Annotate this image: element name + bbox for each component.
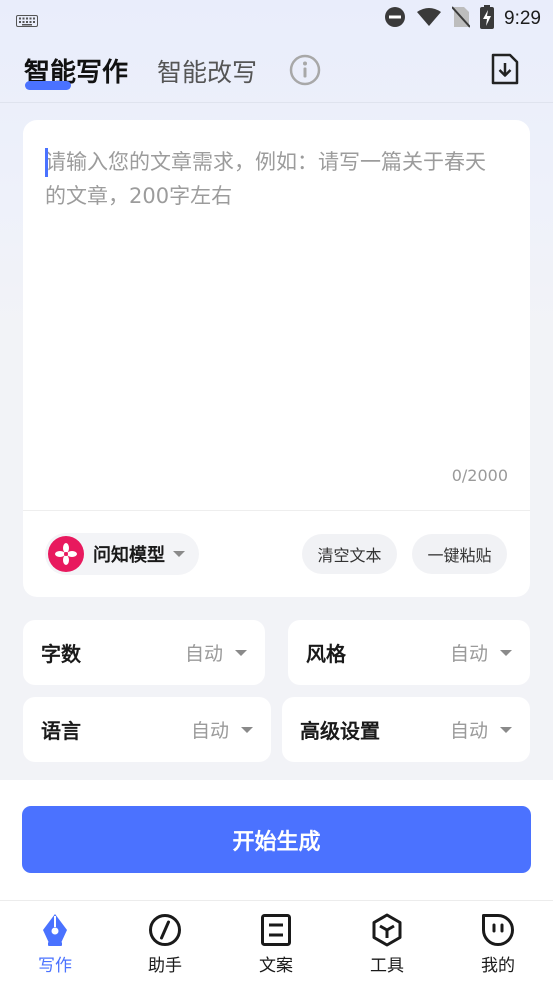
bottom-navigation: 写作 助手 文案 工具 我的 (0, 901, 553, 983)
pen-nib-icon (40, 913, 70, 947)
header: 智能写作 智能改写 (0, 40, 553, 102)
word-count-value: 自动 (184, 643, 223, 665)
prompt-input[interactable]: 请输入您的文章需求，例如：请写一篇关于春天的文章，200字左右 (45, 145, 505, 213)
no-sim-icon (451, 6, 471, 32)
chevron-down-icon (500, 649, 512, 656)
clock-time: 9:29 (504, 8, 541, 29)
nav-item-tools[interactable]: 工具 (332, 901, 442, 983)
start-generate-button[interactable]: 开始生成 (22, 806, 531, 873)
document-icon (260, 913, 292, 947)
tab-active-indicator (25, 81, 71, 90)
nav-item-mine[interactable]: 我的 (443, 901, 553, 983)
download-icon[interactable] (490, 52, 520, 90)
language-option[interactable]: 语言 自动 (23, 697, 271, 762)
style-label: 风格 (306, 642, 346, 666)
language-value: 自动 (190, 720, 229, 742)
model-name: 问知模型 (93, 545, 165, 566)
chevron-down-icon (173, 551, 185, 557)
prompt-card: 请输入您的文章需求，例如：请写一篇关于春天的文章，200字左右 0/2000 问… (23, 120, 530, 597)
compass-icon (148, 913, 182, 947)
info-icon[interactable] (289, 54, 321, 90)
model-selector[interactable]: 问知模型 (45, 533, 199, 575)
header-divider (0, 102, 553, 103)
advanced-settings-value: 自动 (449, 720, 488, 742)
nav-label-tools: 工具 (370, 956, 404, 976)
model-logo-icon (48, 536, 84, 572)
advanced-settings-label: 高级设置 (300, 719, 380, 743)
tab-smart-rewrite[interactable]: 智能改写 (157, 53, 257, 89)
profile-face-icon (481, 913, 515, 947)
keyboard-icon (16, 12, 38, 31)
chevron-down-icon (241, 726, 253, 733)
chevron-down-icon (235, 649, 247, 656)
nav-label-assistant: 助手 (148, 956, 182, 976)
word-count-option[interactable]: 字数 自动 (23, 620, 265, 685)
chevron-down-icon (500, 726, 512, 733)
nav-label-mine: 我的 (481, 956, 515, 976)
character-counter: 0/2000 (451, 466, 508, 485)
nav-item-writing[interactable]: 写作 (0, 901, 110, 983)
clear-text-button[interactable]: 清空文本 (302, 534, 397, 574)
card-divider (23, 510, 530, 511)
nav-label-writing: 写作 (38, 956, 72, 976)
cube-icon (370, 913, 404, 947)
nav-label-copywriting: 文案 (259, 956, 293, 976)
nav-item-copywriting[interactable]: 文案 (221, 901, 331, 983)
style-value: 自动 (449, 643, 488, 665)
battery-charging-icon (480, 5, 495, 33)
style-option[interactable]: 风格 自动 (288, 620, 530, 685)
nav-item-assistant[interactable]: 助手 (110, 901, 220, 983)
wifi-icon (416, 7, 442, 31)
word-count-label: 字数 (41, 642, 81, 666)
advanced-settings-option[interactable]: 高级设置 自动 (282, 697, 530, 762)
language-label: 语言 (41, 719, 81, 743)
paste-button[interactable]: 一键粘贴 (412, 534, 507, 574)
text-cursor (45, 148, 48, 177)
status-bar: 9:29 (0, 0, 553, 40)
do-not-disturb-icon (384, 6, 406, 32)
